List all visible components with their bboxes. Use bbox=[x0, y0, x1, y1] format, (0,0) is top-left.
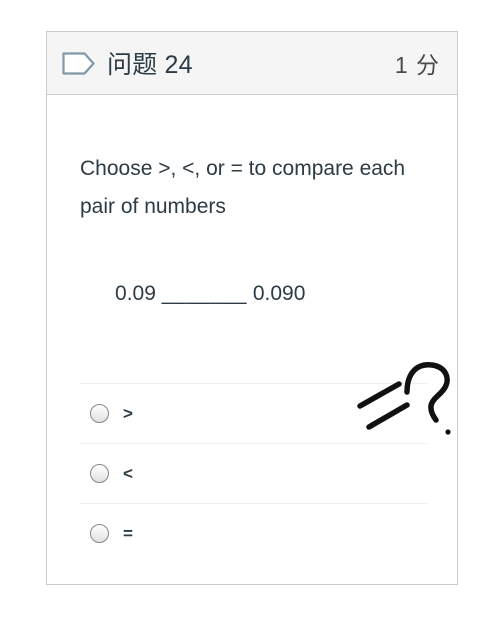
right-number: 0.090 bbox=[252, 281, 306, 305]
flag-tag-icon bbox=[62, 51, 95, 75]
radio-button-icon[interactable] bbox=[90, 403, 109, 423]
question-points: 1 分 bbox=[394, 52, 440, 78]
question-prompt: Choose >, <, or = to compare each pair o… bbox=[80, 157, 406, 219]
radio-button-icon[interactable] bbox=[90, 463, 109, 483]
answer-option-label: > bbox=[123, 403, 133, 423]
answer-option-greater-than[interactable]: > bbox=[80, 384, 427, 444]
left-number: 0.09 bbox=[115, 281, 156, 305]
annotation-dot bbox=[445, 429, 451, 435]
question-body: Choose >, <, or = to compare each pair o… bbox=[47, 95, 457, 585]
answer-option-less-than[interactable]: < bbox=[80, 444, 427, 504]
answer-option-label: = bbox=[123, 524, 133, 544]
question-card: 问题 24 1 分 Choose >, <, or = to compare e… bbox=[46, 31, 458, 585]
answer-blank: _______ bbox=[161, 281, 247, 305]
radio-button-icon[interactable] bbox=[90, 524, 109, 544]
question-header: 问题 24 1 分 bbox=[47, 32, 457, 95]
question-title: 问题 24 bbox=[107, 51, 193, 79]
answer-option-equals[interactable]: = bbox=[80, 504, 427, 564]
answer-options-list: > < = bbox=[80, 382, 427, 564]
comparison-expression: 0.09 _______ 0.090 bbox=[80, 246, 427, 341]
answer-option-label: < bbox=[123, 463, 133, 483]
